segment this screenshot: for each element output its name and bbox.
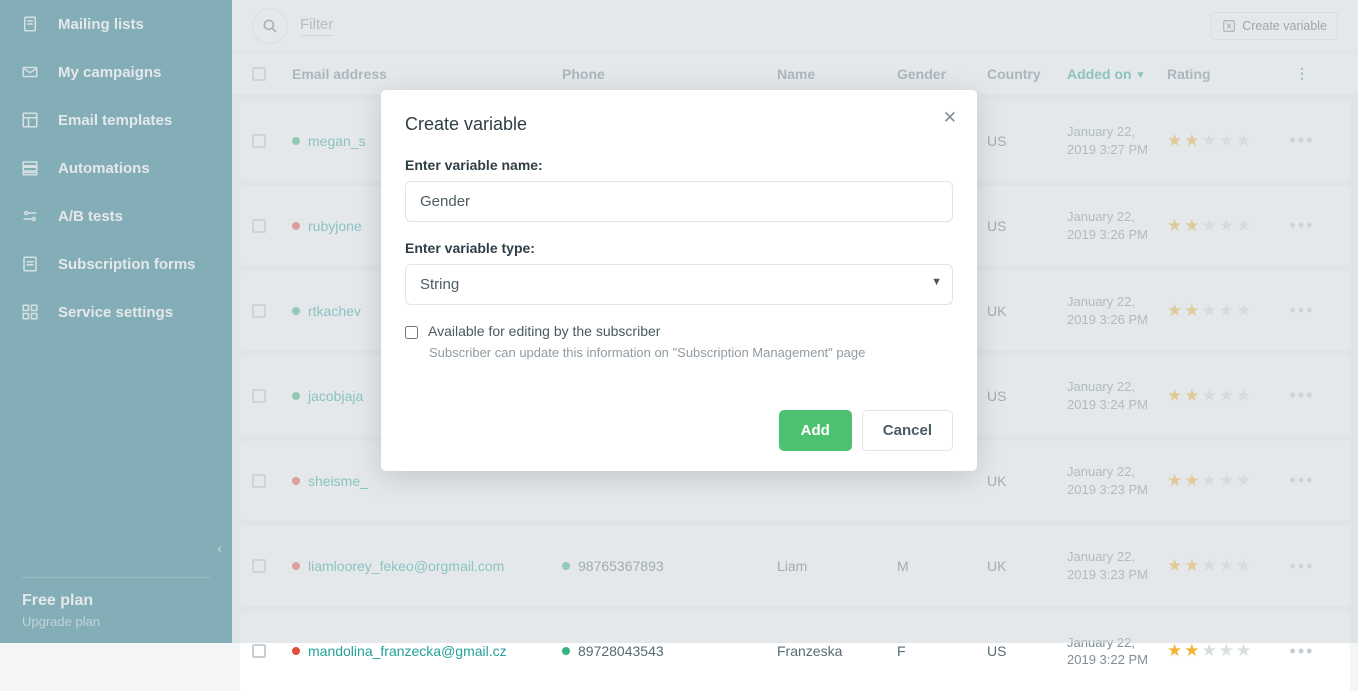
row-menu-button[interactable]: ••• xyxy=(1287,641,1317,662)
add-button[interactable]: Add xyxy=(779,410,852,451)
variable-name-label: Enter variable name: xyxy=(405,157,953,173)
modal-title: Create variable xyxy=(405,114,953,135)
modal-close-button[interactable]: ✕ xyxy=(943,108,957,128)
variable-type-select[interactable]: String xyxy=(405,264,953,305)
variable-name-input[interactable] xyxy=(405,181,953,222)
status-dot-icon xyxy=(292,647,300,655)
phone-cell: 89728043543 xyxy=(562,643,777,659)
modal-hint: Subscriber can update this information o… xyxy=(429,345,953,360)
country-cell: US xyxy=(987,643,1067,659)
editable-by-subscriber-label: Available for editing by the subscriber xyxy=(428,323,660,339)
row-checkbox[interactable] xyxy=(252,644,266,658)
create-variable-modal: Create variable ✕ Enter variable name: E… xyxy=(381,90,977,471)
variable-type-label: Enter variable type: xyxy=(405,240,953,256)
modal-overlay: Create variable ✕ Enter variable name: E… xyxy=(0,0,1358,643)
email-cell[interactable]: mandolina_franzecka@gmail.cz xyxy=(292,643,562,659)
name-cell: Franzeska xyxy=(777,643,897,659)
status-dot-icon xyxy=(562,647,570,655)
gender-cell: F xyxy=(897,643,987,659)
editable-by-subscriber-checkbox[interactable] xyxy=(405,326,418,339)
cancel-button[interactable]: Cancel xyxy=(862,410,953,451)
rating-cell: ★★★★★ xyxy=(1167,641,1287,661)
